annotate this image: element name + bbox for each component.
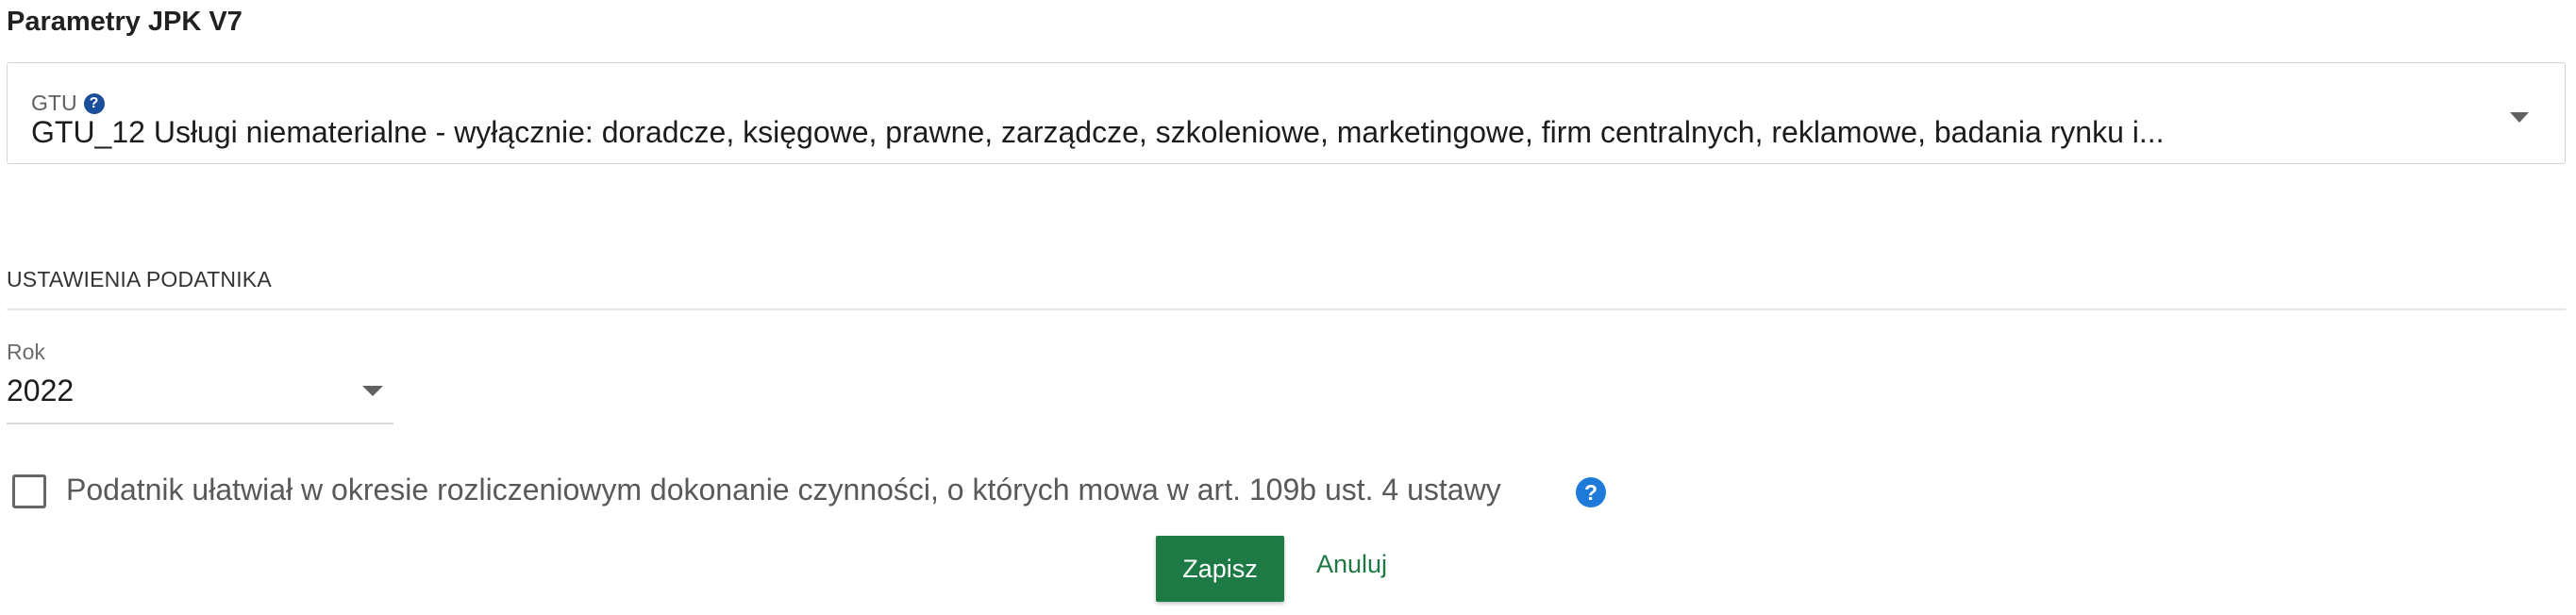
gtu-chevron-down-icon[interactable] (2510, 112, 2529, 123)
section-divider (7, 308, 2566, 310)
facilitation-checkbox-label[interactable]: Podatnik ułatwiał w okresie rozliczeniow… (66, 473, 1501, 507)
year-select-underline (7, 423, 393, 424)
page-title: Parametry JPK V7 (7, 7, 243, 37)
facilitation-help-icon[interactable]: ? (1576, 477, 1606, 507)
facilitation-checkbox[interactable] (12, 474, 46, 508)
gtu-label-text: GTU (31, 91, 77, 115)
cancel-link[interactable]: Anuluj (1316, 550, 1387, 579)
gtu-selected-value[interactable]: GTU_12 Usługi niematerialne - wyłącznie:… (31, 115, 2165, 150)
year-select[interactable]: 2022 (7, 374, 74, 408)
year-label: Rok (7, 340, 45, 364)
year-chevron-down-icon[interactable] (362, 386, 383, 396)
gtu-label: GTU ? (31, 91, 105, 116)
gtu-help-icon[interactable]: ? (83, 92, 105, 114)
save-button[interactable]: Zapisz (1156, 536, 1284, 602)
taxpayer-settings-heading: USTAWIENIA PODATNIKA (7, 267, 272, 291)
